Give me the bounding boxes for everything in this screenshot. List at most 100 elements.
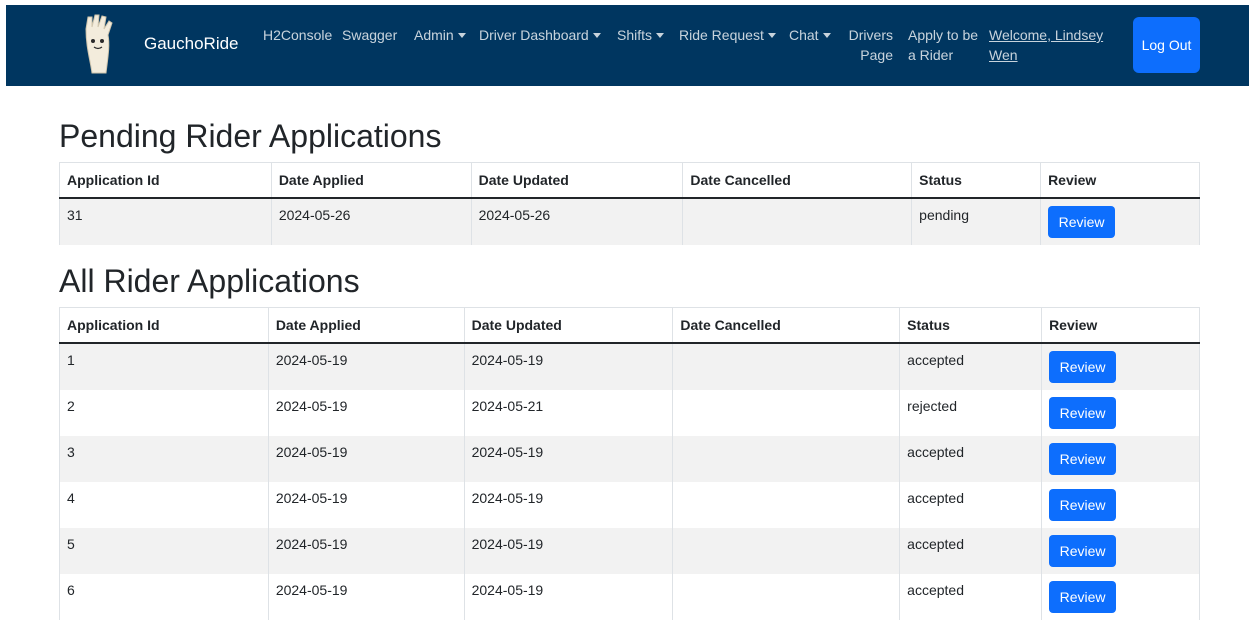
- review-button[interactable]: Review: [1048, 206, 1116, 238]
- nav-ride-request-label: Ride Request: [679, 27, 764, 43]
- welcome-user-label[interactable]: Welcome, Lindsey Wen: [989, 27, 1103, 63]
- cell-date-cancelled: [672, 436, 900, 482]
- all-applications-title: All Rider Applications: [59, 263, 360, 299]
- cell-application-id: 5: [59, 528, 269, 574]
- cell-review: Review: [1041, 343, 1200, 390]
- table-row: 4 2024-05-19 2024-05-19 accepted Review: [59, 482, 1200, 528]
- cell-date-applied: 2024-05-19: [267, 528, 465, 574]
- table-row: 1 2024-05-19 2024-05-19 accepted Review: [59, 343, 1200, 390]
- nav-swagger[interactable]: Swagger: [342, 25, 397, 45]
- cell-date-cancelled: [672, 528, 900, 574]
- review-button[interactable]: Review: [1049, 489, 1117, 521]
- pending-applications-table: Application Id Date Applied Date Updated…: [59, 162, 1200, 245]
- cell-status: rejected: [899, 390, 1042, 436]
- nav-ride-request-dropdown[interactable]: Ride Request: [679, 25, 776, 45]
- column-header-status: Status: [899, 307, 1042, 344]
- table-row: 31 2024-05-26 2024-05-26 pending Review: [59, 198, 1200, 245]
- nav-drivers-page-label: Drivers Page: [848, 27, 893, 63]
- cell-date-applied: 2024-05-19: [267, 574, 465, 620]
- pending-applications-title: Pending Rider Applications: [59, 118, 442, 154]
- logout-button[interactable]: Log Out: [1133, 17, 1200, 73]
- nav-driver-dashboard-dropdown[interactable]: Driver Dashboard: [479, 25, 601, 45]
- cell-date-cancelled: [672, 574, 900, 620]
- review-button[interactable]: Review: [1049, 351, 1117, 383]
- table-row: 5 2024-05-19 2024-05-19 accepted Review: [59, 528, 1200, 574]
- cell-application-id: 6: [59, 574, 269, 620]
- cell-application-id: 31: [59, 198, 272, 245]
- cell-date-applied: 2024-05-19: [267, 343, 465, 390]
- welcome-user-link[interactable]: Welcome, Lindsey Wen: [989, 25, 1113, 65]
- cell-date-cancelled: [672, 482, 900, 528]
- table-row: 2 2024-05-19 2024-05-21 rejected Review: [59, 390, 1200, 436]
- cell-review: Review: [1041, 574, 1200, 620]
- nav-driver-dashboard-label: Driver Dashboard: [479, 27, 589, 43]
- column-header-date-applied: Date Applied: [267, 307, 465, 344]
- cell-date-updated: 2024-05-26: [470, 198, 683, 245]
- review-button[interactable]: Review: [1049, 581, 1117, 613]
- cell-status: accepted: [899, 482, 1042, 528]
- cell-application-id: 1: [59, 343, 269, 390]
- cell-review: Review: [1041, 436, 1200, 482]
- column-header-date-cancelled: Date Cancelled: [672, 307, 900, 344]
- cell-date-applied: 2024-05-19: [267, 390, 465, 436]
- table-header-row: Application Id Date Applied Date Updated…: [59, 307, 1200, 344]
- review-button[interactable]: Review: [1049, 443, 1117, 475]
- nav-chat-dropdown[interactable]: Chat: [789, 25, 831, 45]
- cell-date-updated: 2024-05-19: [463, 436, 673, 482]
- nav-admin-dropdown[interactable]: Admin: [414, 25, 466, 45]
- cell-date-updated: 2024-05-19: [463, 574, 673, 620]
- cell-status: accepted: [899, 574, 1042, 620]
- cell-application-id: 3: [59, 436, 269, 482]
- cell-date-updated: 2024-05-19: [463, 528, 673, 574]
- review-button[interactable]: Review: [1049, 535, 1117, 567]
- cell-date-applied: 2024-05-19: [267, 436, 465, 482]
- column-header-date-updated: Date Updated: [463, 307, 673, 344]
- cell-date-updated: 2024-05-19: [463, 343, 673, 390]
- cell-status: accepted: [899, 528, 1042, 574]
- gaucho-logo-icon[interactable]: [78, 13, 124, 77]
- nav-shifts-dropdown[interactable]: Shifts: [617, 25, 665, 45]
- nav-apply-rider-label: Apply to be a Rider: [908, 27, 979, 63]
- chevron-down-icon: [767, 32, 776, 38]
- cell-status: accepted: [899, 343, 1042, 390]
- table-row: 6 2024-05-19 2024-05-19 accepted Review: [59, 574, 1200, 620]
- table-row: 3 2024-05-19 2024-05-19 accepted Review: [59, 436, 1200, 482]
- cell-date-applied: 2024-05-19: [267, 482, 465, 528]
- cell-review: Review: [1040, 198, 1200, 245]
- cell-date-updated: 2024-05-21: [463, 390, 673, 436]
- cell-date-cancelled: [672, 343, 900, 390]
- column-header-date-applied: Date Applied: [270, 162, 472, 199]
- cell-review: Review: [1041, 390, 1200, 436]
- cell-status: pending: [911, 198, 1041, 245]
- column-header-review: Review: [1041, 307, 1200, 344]
- nav-shifts-label: Shifts: [617, 27, 653, 43]
- nav-chat-label: Chat: [789, 27, 819, 43]
- cell-application-id: 4: [59, 482, 269, 528]
- column-header-status: Status: [911, 162, 1041, 199]
- nav-swagger-label: Swagger: [342, 27, 398, 43]
- cell-application-id: 2: [59, 390, 269, 436]
- column-header-review: Review: [1040, 162, 1200, 199]
- table-header-row: Application Id Date Applied Date Updated…: [59, 162, 1200, 199]
- chevron-down-icon: [457, 32, 466, 38]
- column-header-application-id: Application Id: [59, 162, 272, 199]
- cell-date-cancelled: [672, 390, 900, 436]
- chevron-down-icon: [822, 32, 831, 38]
- column-header-application-id: Application Id: [59, 307, 269, 344]
- cell-review: Review: [1041, 482, 1200, 528]
- review-button[interactable]: Review: [1049, 397, 1117, 429]
- brand-link[interactable]: GauchoRide: [144, 34, 239, 54]
- chevron-down-icon: [656, 32, 665, 38]
- chevron-down-icon: [592, 32, 601, 38]
- cell-date-applied: 2024-05-26: [270, 198, 472, 245]
- column-header-date-updated: Date Updated: [470, 162, 683, 199]
- nav-drivers-page[interactable]: Drivers Page: [843, 25, 893, 65]
- nav-admin-label: Admin: [414, 27, 454, 43]
- top-navbar: GauchoRide H2Console Swagger Admin Drive…: [6, 5, 1249, 86]
- cell-date-cancelled: [682, 198, 912, 245]
- nav-apply-rider[interactable]: Apply to be a Rider: [908, 25, 986, 65]
- column-header-date-cancelled: Date Cancelled: [682, 162, 912, 199]
- nav-h2console[interactable]: H2Console: [263, 25, 332, 45]
- all-applications-table: Application Id Date Applied Date Updated…: [59, 307, 1200, 620]
- cell-date-updated: 2024-05-19: [463, 482, 673, 528]
